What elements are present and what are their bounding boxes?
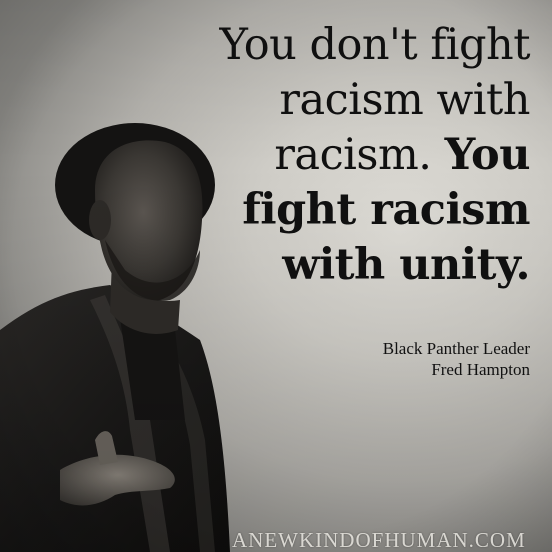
quote-line-2: racism with xyxy=(279,75,530,125)
quote-line-4: fight racism xyxy=(242,185,530,235)
quote-poster: You don't fight racism with racism. You … xyxy=(0,0,552,552)
quote-line-5: with unity. xyxy=(282,240,530,290)
quote-line-3: racism. You xyxy=(200,128,530,183)
attribution-name: Fred Hampton xyxy=(431,360,530,379)
attribution: Black Panther Leader Fred Hampton xyxy=(300,338,530,380)
quote-line-3-regular: racism. xyxy=(274,130,432,180)
quote-line-1: You don't fight xyxy=(219,20,531,70)
quote-text: You don't fight racism with racism. You … xyxy=(200,18,531,293)
attribution-title: Black Panther Leader xyxy=(382,339,530,358)
quote-line-3-bold: You xyxy=(444,130,531,180)
site-watermark: ANEWKINDOFHUMAN.COM xyxy=(232,528,526,552)
